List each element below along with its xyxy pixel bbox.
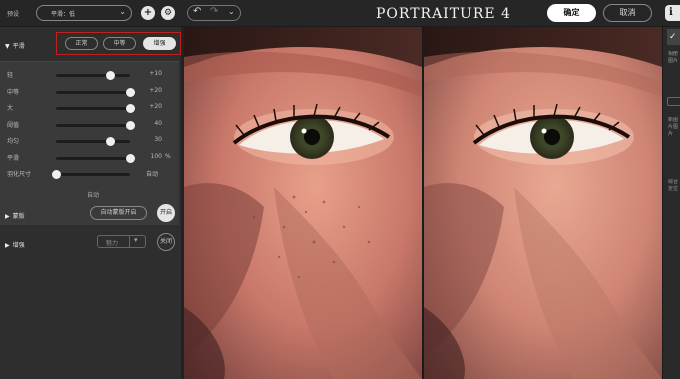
side-text-2: 新图片图片: [668, 117, 679, 137]
chevron-down-icon: ⌄: [119, 7, 126, 16]
slider-track[interactable]: [56, 87, 135, 97]
slider-label: 轻: [7, 72, 14, 79]
ok-button[interactable]: 确定: [547, 4, 596, 22]
slider-handle[interactable]: [106, 71, 116, 80]
slider-row: 羽化尺寸 自动: [0, 168, 179, 180]
slider-track[interactable]: [56, 71, 130, 80]
slider-row: 中等 +20: [0, 86, 179, 98]
before-preview-image[interactable]: [184, 27, 422, 379]
slider-value: +20: [149, 86, 162, 94]
undo-icon[interactable]: ↶: [193, 6, 201, 17]
slider-row: 均匀 30: [0, 135, 179, 147]
dropdown-divider: [129, 236, 130, 247]
slider-track[interactable]: [56, 153, 135, 163]
slider-handle[interactable]: [52, 170, 61, 179]
slider-track[interactable]: [56, 137, 130, 146]
right-side-panel: ✓ 相册图片 新图片图片 综合定位: [662, 27, 680, 379]
smoothing-sliders: 轻 +10 中等 +20 大 +20 阈值 40 均匀 30 平滑 100% 羽化尺寸 自动 自动: [0, 61, 179, 225]
mode-medium-button[interactable]: 中等: [103, 37, 136, 50]
auto-mask-button[interactable]: 自动蒙版开启: [90, 206, 147, 220]
mode-normal-button[interactable]: 正常: [65, 37, 98, 50]
smoothing-section-header[interactable]: ▼ 平滑: [5, 41, 25, 50]
add-preset-button[interactable]: +: [141, 6, 155, 20]
slider-handle[interactable]: [106, 137, 116, 146]
slider-label: 均匀: [7, 138, 20, 145]
triangle-down-icon: ▼: [5, 43, 10, 50]
undo-redo-group: ↶ ↷ ⌄: [187, 5, 241, 21]
enhance-section-label: 增强: [12, 242, 25, 249]
slider-row: 轻 +10: [0, 69, 179, 81]
slider-track[interactable]: [56, 120, 135, 130]
smoothing-mode-group: 正常 中等 增强: [56, 32, 181, 55]
slider-row: 大 +20: [0, 102, 179, 114]
settings-button[interactable]: ⚙: [161, 6, 175, 20]
enhance-section-header[interactable]: ▶ 增强: [5, 240, 25, 249]
preset-dropdown[interactable]: 平滑：低 ⌄: [36, 5, 132, 21]
settings-panel: ▼ 平滑 正常 中等 增强 轻 +10 中等 +20 大 +20 阈值 40 均匀 30 平滑 100%…: [0, 27, 183, 379]
after-preview-image[interactable]: [424, 27, 662, 379]
slider-value: +10: [149, 70, 162, 77]
redo-icon[interactable]: ↷: [210, 6, 218, 17]
side-text-1: 相册图片: [668, 51, 679, 64]
plus-icon: +: [143, 7, 153, 18]
slider-handle[interactable]: [126, 87, 135, 97]
slider-row: 平滑 100%: [0, 152, 179, 164]
enhance-toggle-button[interactable]: 关闭: [157, 233, 175, 251]
slider-row: 阈值 40: [0, 119, 179, 131]
slider-handle[interactable]: [126, 120, 135, 130]
mode-enhanced-button[interactable]: 增强: [143, 37, 176, 50]
slider-track[interactable]: [52, 170, 130, 179]
slider-label: 中等: [7, 88, 20, 96]
triangle-right-icon: ▶: [5, 242, 10, 249]
smoothing-section-label: 平滑: [12, 43, 25, 50]
preset-label: 预设: [7, 11, 20, 18]
slider-value: 自动: [146, 171, 159, 178]
slider-value: 40: [154, 119, 162, 127]
enhance-dropdown-value: 魅力: [106, 240, 119, 247]
slider-track[interactable]: [56, 104, 135, 113]
feather-auto-label: 自动: [86, 192, 99, 199]
slider-label: 阈值: [7, 121, 20, 129]
slider-unit: %: [165, 152, 171, 160]
top-toolbar: 预设 平滑：低 ⌄ + ⚙ ↶ ↷ ⌄ PORTRAITURE 4 确定 取消 …: [0, 0, 680, 27]
masking-section-header[interactable]: ▶ 蒙版: [5, 211, 25, 220]
slider-label: 大: [7, 105, 14, 112]
chevron-down-icon: ▾: [134, 236, 138, 244]
slider-handle[interactable]: [126, 104, 135, 113]
side-text-3: 综合定位: [668, 179, 679, 192]
side-button[interactable]: [667, 97, 680, 106]
chevron-down-icon[interactable]: ⌄: [228, 7, 235, 16]
triangle-right-icon: ▶: [5, 213, 10, 220]
slider-label: 平滑: [7, 154, 20, 162]
slider-label: 羽化尺寸: [7, 171, 32, 178]
preset-value: 平滑：低: [51, 11, 76, 18]
masking-section-label: 蒙版: [12, 213, 25, 220]
slider-value: +20: [149, 103, 162, 110]
gear-icon: ⚙: [163, 8, 173, 18]
info-button[interactable]: i: [665, 5, 680, 21]
slider-value: 30: [154, 136, 162, 143]
cancel-button[interactable]: 取消: [603, 4, 652, 22]
slider-value: 100: [150, 152, 162, 160]
masking-toggle-button[interactable]: 开启: [157, 204, 175, 222]
check-icon[interactable]: ✓: [667, 29, 680, 45]
app-title: PORTRAITURE 4: [376, 6, 511, 22]
slider-handle[interactable]: [126, 153, 135, 163]
enhance-dropdown[interactable]: 魅力 ▾: [97, 235, 146, 248]
